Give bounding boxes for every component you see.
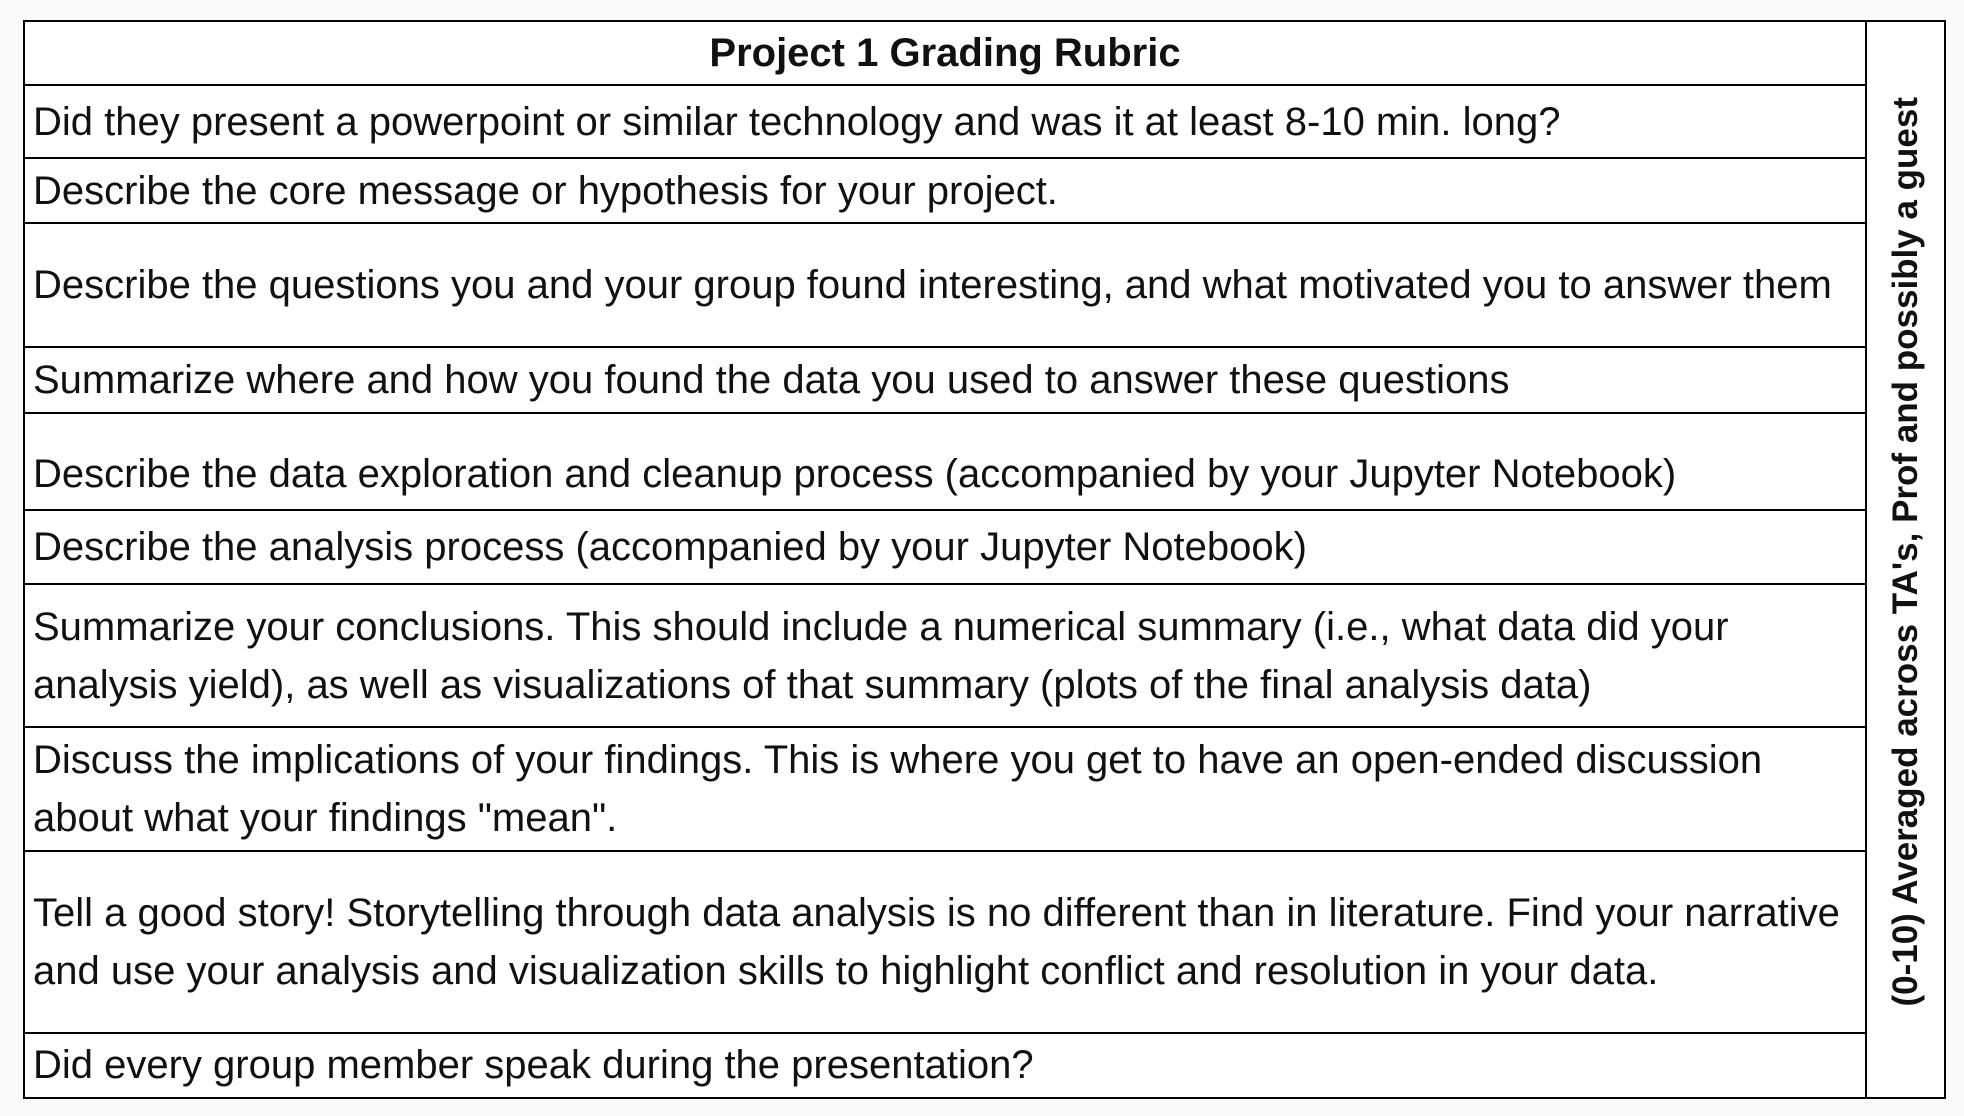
rubric-criterion-row: Describe the questions you and your grou… (23, 222, 1945, 349)
rubric-criterion-row: Describe the core message or hypothesis … (23, 157, 1945, 225)
rubric-criterion: Describe the analysis process (accompani… (23, 509, 1867, 586)
rubric-criterion: Describe the data exploration and cleanu… (23, 412, 1867, 512)
rubric-criterion-row: Summarize where and how you found the da… (23, 346, 1945, 415)
rubric-criterion: Describe the core message or hypothesis … (23, 157, 1867, 225)
scoring-note: (0-10) Averaged across TA's, Prof and po… (1885, 96, 1925, 1007)
rubric-title: Project 1 Grading Rubric (23, 19, 1867, 87)
rubric-criterion: Did every group member speak during the … (23, 1031, 1867, 1100)
rubric-criterion-row: Tell a good story! Storytelling through … (23, 849, 1945, 1034)
rubric-title-row: Project 1 Grading Rubric (0-10) Averaged… (23, 19, 1946, 1099)
rubric-criterion-row: Did every group member speak during the … (23, 1031, 1945, 1100)
rubric-criterion-row: Did they present a powerpoint or similar… (23, 84, 1945, 160)
rubric-criterion-row: Discuss the implications of your finding… (23, 725, 1945, 852)
scoring-note-cell: (0-10) Averaged across TA's, Prof and po… (1865, 20, 1946, 1099)
rubric-criterion-row: Describe the data exploration and cleanu… (23, 412, 1945, 512)
rubric-criterion: Summarize where and how you found the da… (23, 346, 1867, 415)
grading-rubric-table: Project 1 Grading Rubric (0-10) Averaged… (23, 19, 1946, 1100)
rubric-criterion: Describe the questions you and your grou… (23, 222, 1867, 349)
rubric-criterion: Did they present a powerpoint or similar… (23, 84, 1867, 160)
rubric-criterion: Summarize your conclusions. This should … (23, 583, 1867, 728)
rubric-criterion: Discuss the implications of your finding… (23, 725, 1867, 852)
rubric-criterion-row: Describe the analysis process (accompani… (23, 509, 1945, 586)
rubric-criterion: Tell a good story! Storytelling through … (23, 849, 1867, 1034)
rubric-criterion-row: Summarize your conclusions. This should … (23, 583, 1945, 728)
